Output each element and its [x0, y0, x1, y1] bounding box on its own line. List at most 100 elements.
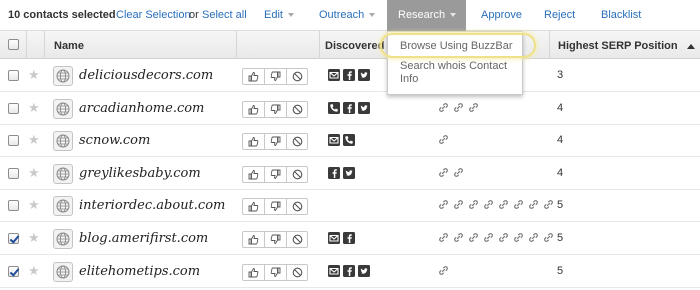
row-checkbox[interactable]	[8, 70, 19, 81]
search-whois-item-continued[interactable]: Info	[400, 73, 418, 85]
link-icon	[528, 232, 539, 243]
thumbs-down-icon[interactable]	[264, 100, 286, 118]
link-icon	[528, 199, 539, 210]
row-actions	[242, 133, 308, 151]
star-icon[interactable]: ★	[28, 264, 40, 277]
twitter-icon[interactable]	[358, 101, 370, 114]
mail-icon[interactable]	[328, 264, 340, 277]
facebook-icon[interactable]	[328, 166, 340, 179]
block-icon[interactable]	[286, 198, 308, 216]
contact-domain[interactable]: blog.amerifirst.com	[79, 231, 208, 246]
contact-domain[interactable]: arcadianhome.com	[79, 101, 204, 116]
facebook-icon[interactable]	[343, 264, 355, 277]
highlight-ring	[380, 33, 536, 58]
row-actions	[242, 100, 308, 118]
table-row[interactable]: ★ deliciousdecors.com 3	[0, 60, 700, 92]
facebook-icon[interactable]	[343, 69, 355, 81]
link-icon	[468, 102, 479, 113]
contact-domain[interactable]: interiordec.about.com	[79, 198, 225, 213]
globe-icon	[53, 229, 73, 249]
link-icon	[483, 232, 494, 243]
thumbs-up-icon[interactable]	[242, 263, 264, 281]
thumbs-down-icon[interactable]	[264, 165, 286, 183]
research-menu-label: Research	[398, 9, 446, 21]
phone-icon[interactable]	[328, 101, 340, 114]
contact-domain[interactable]: deliciousdecors.com	[79, 68, 213, 83]
block-icon[interactable]	[286, 133, 308, 151]
mail-icon[interactable]	[328, 232, 340, 244]
block-icon[interactable]	[286, 165, 308, 183]
serp-position: 5	[557, 264, 564, 277]
table-row[interactable]: ★ arcadianhome.com 4	[0, 93, 700, 125]
link-icon	[543, 232, 554, 243]
discovered-links	[438, 199, 554, 210]
table-row[interactable]: ★ elitehometips.com 5	[0, 256, 700, 288]
star-icon[interactable]: ★	[28, 166, 40, 179]
star-icon[interactable]: ★	[28, 68, 40, 81]
thumbs-up-icon[interactable]	[242, 198, 264, 216]
row-checkbox[interactable]	[8, 233, 19, 244]
facebook-icon[interactable]	[343, 232, 355, 244]
blacklist-button[interactable]: Blacklist	[601, 9, 641, 21]
mail-icon[interactable]	[328, 69, 340, 81]
thumbs-down-icon[interactable]	[264, 133, 286, 151]
contact-domain[interactable]: greylikesbaby.com	[79, 166, 201, 181]
outreach-menu-label: Outreach	[319, 9, 365, 21]
contact-domain[interactable]: elitehometips.com	[79, 264, 200, 279]
star-icon[interactable]: ★	[28, 101, 40, 114]
block-icon[interactable]	[286, 263, 308, 281]
row-checkbox[interactable]	[8, 102, 19, 114]
row-checkbox[interactable]	[8, 200, 19, 212]
research-menu[interactable]: Research	[387, 0, 466, 31]
link-icon	[498, 232, 509, 243]
row-checkbox[interactable]	[8, 135, 19, 147]
header-name[interactable]: Name	[45, 31, 237, 59]
star-icon[interactable]: ★	[28, 133, 40, 146]
serp-position: 4	[557, 166, 564, 179]
thumbs-up-icon[interactable]	[242, 68, 264, 85]
twitter-icon[interactable]	[358, 264, 370, 277]
twitter-icon[interactable]	[358, 69, 370, 81]
globe-icon	[53, 261, 73, 282]
link-icon	[468, 199, 479, 210]
thumbs-down-icon[interactable]	[264, 198, 286, 216]
edit-menu[interactable]: Edit	[264, 9, 294, 21]
block-icon[interactable]	[286, 231, 308, 248]
star-icon[interactable]: ★	[28, 198, 40, 211]
reject-button[interactable]: Reject	[544, 9, 575, 21]
star-icon[interactable]: ★	[28, 231, 40, 244]
table-row[interactable]: ★ scnow.com 4	[0, 125, 700, 158]
edit-menu-label: Edit	[264, 9, 283, 21]
select-all-checkbox[interactable]	[8, 39, 19, 50]
twitter-icon[interactable]	[343, 166, 355, 179]
phone-icon[interactable]	[343, 134, 355, 147]
thumbs-up-icon[interactable]	[242, 100, 264, 118]
row-checkbox[interactable]	[8, 265, 19, 277]
thumbs-up-icon[interactable]	[242, 133, 264, 151]
clear-selection-link[interactable]: Clear Selection	[116, 9, 191, 21]
table-row[interactable]: ★ interiordec.about.com 5	[0, 190, 700, 223]
table-row[interactable]: ★ greylikesbaby.com 4	[0, 158, 700, 190]
discovered-links	[438, 232, 554, 243]
thumbs-down-icon[interactable]	[264, 231, 286, 248]
approve-button[interactable]: Approve	[481, 9, 522, 21]
outreach-menu[interactable]: Outreach	[319, 9, 376, 21]
mail-icon[interactable]	[328, 134, 340, 147]
thumbs-up-icon[interactable]	[242, 165, 264, 183]
contact-domain[interactable]: scnow.com	[79, 133, 150, 148]
row-checkbox[interactable]	[8, 167, 19, 179]
serp-position: 5	[557, 232, 564, 244]
header-serp[interactable]: Highest SERP Position	[550, 31, 700, 59]
select-all-link[interactable]: Select all	[202, 9, 247, 21]
block-icon[interactable]	[286, 100, 308, 118]
facebook-icon[interactable]	[343, 101, 355, 114]
block-icon[interactable]	[286, 68, 308, 85]
search-whois-item[interactable]: Search whois Contact	[400, 60, 507, 72]
thumbs-up-icon[interactable]	[242, 231, 264, 248]
thumbs-down-icon[interactable]	[264, 263, 286, 281]
discovered-links	[438, 134, 449, 145]
table-header: Name Discovered C Highest SERP Position	[0, 31, 700, 59]
link-icon	[483, 199, 494, 210]
thumbs-down-icon[interactable]	[264, 68, 286, 85]
table-row[interactable]: ★ blog.amerifirst.com 5	[0, 223, 700, 255]
